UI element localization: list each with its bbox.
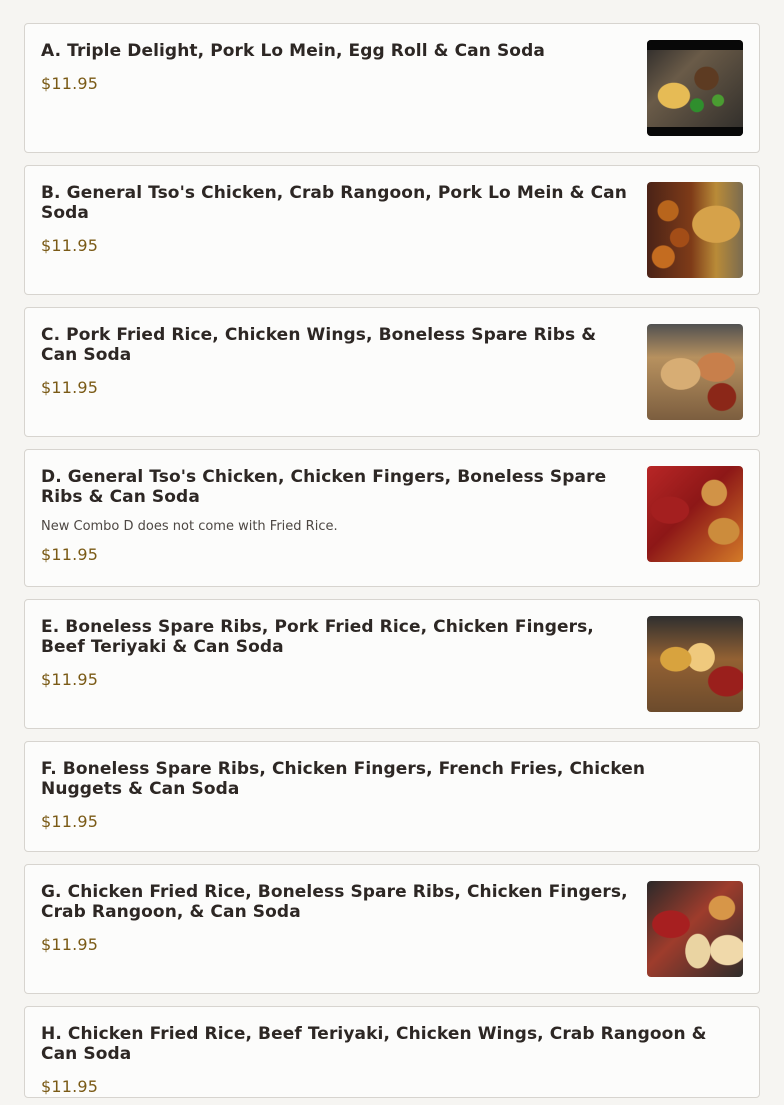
menu-item-list: A. Triple Delight, Pork Lo Mein, Egg Rol…	[24, 23, 760, 1105]
menu-item-price: $11.95	[41, 74, 99, 93]
menu-item-name: B. General Tso's Chicken, Crab Rangoon, …	[41, 183, 627, 223]
menu-item-price: $11.95	[41, 236, 99, 255]
menu-item-g[interactable]: G. Chicken Fried Rice, Boneless Spare Ri…	[24, 864, 760, 994]
menu-item-photo[interactable]	[647, 40, 743, 136]
menu-item-name: H. Chicken Fried Rice, Beef Teriyaki, Ch…	[41, 1024, 707, 1064]
menu-item-price: $11.95	[41, 812, 99, 831]
menu-item-price: $11.95	[41, 545, 99, 564]
menu-item-a-details: A. Triple Delight, Pork Lo Mein, Egg Rol…	[41, 41, 633, 94]
menu-page: A. Triple Delight, Pork Lo Mein, Egg Rol…	[0, 0, 784, 1105]
menu-item-name: E. Boneless Spare Ribs, Pork Fried Rice,…	[41, 617, 594, 657]
menu-item-photo[interactable]	[647, 466, 743, 562]
menu-item-d-details: D. General Tso's Chicken, Chicken Finger…	[41, 467, 633, 565]
menu-item-a[interactable]: A. Triple Delight, Pork Lo Mein, Egg Rol…	[24, 23, 760, 153]
menu-item-photo[interactable]	[647, 881, 743, 977]
menu-item-e[interactable]: E. Boneless Spare Ribs, Pork Fried Rice,…	[24, 599, 760, 729]
menu-item-h[interactable]: H. Chicken Fried Rice, Beef Teriyaki, Ch…	[24, 1006, 760, 1098]
menu-item-photo[interactable]	[647, 182, 743, 278]
menu-item-note: New Combo D does not come with Fried Ric…	[41, 519, 338, 534]
menu-item-price: $11.95	[41, 378, 99, 397]
menu-item-g-details: G. Chicken Fried Rice, Boneless Spare Ri…	[41, 882, 633, 955]
menu-item-f-details: F. Boneless Spare Ribs, Chicken Fingers,…	[41, 759, 725, 832]
menu-item-price: $11.95	[41, 935, 99, 954]
menu-item-price: $11.95	[41, 670, 99, 689]
menu-item-e-details: E. Boneless Spare Ribs, Pork Fried Rice,…	[41, 617, 633, 690]
menu-item-f[interactable]: F. Boneless Spare Ribs, Chicken Fingers,…	[24, 741, 760, 852]
menu-item-photo[interactable]	[647, 616, 743, 712]
menu-item-name: A. Triple Delight, Pork Lo Mein, Egg Rol…	[41, 41, 545, 61]
menu-item-c-details: C. Pork Fried Rice, Chicken Wings, Bonel…	[41, 325, 633, 398]
menu-item-h-details: H. Chicken Fried Rice, Beef Teriyaki, Ch…	[41, 1024, 725, 1097]
menu-item-b[interactable]: B. General Tso's Chicken, Crab Rangoon, …	[24, 165, 760, 295]
menu-item-b-details: B. General Tso's Chicken, Crab Rangoon, …	[41, 183, 633, 256]
menu-item-c[interactable]: C. Pork Fried Rice, Chicken Wings, Bonel…	[24, 307, 760, 437]
menu-item-name: G. Chicken Fried Rice, Boneless Spare Ri…	[41, 882, 628, 922]
menu-item-photo[interactable]	[647, 324, 743, 420]
section-heading-clipped	[24, 0, 164, 2]
menu-item-name: F. Boneless Spare Ribs, Chicken Fingers,…	[41, 759, 646, 799]
menu-item-name: D. General Tso's Chicken, Chicken Finger…	[41, 467, 607, 507]
menu-item-price: $11.95	[41, 1077, 99, 1096]
menu-item-name: C. Pork Fried Rice, Chicken Wings, Bonel…	[41, 325, 597, 365]
menu-item-d[interactable]: D. General Tso's Chicken, Chicken Finger…	[24, 449, 760, 587]
